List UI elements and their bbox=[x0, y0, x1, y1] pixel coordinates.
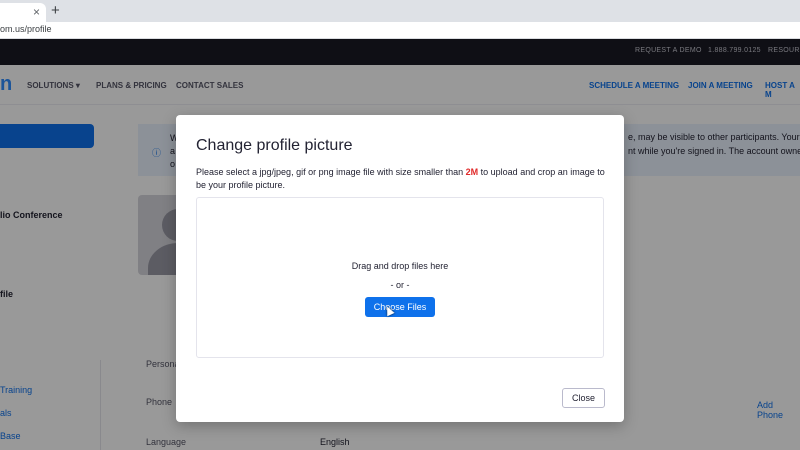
new-tab-icon[interactable]: + bbox=[51, 2, 60, 20]
browser-tab[interactable]: × bbox=[0, 3, 46, 22]
url-text[interactable]: om.us/profile bbox=[0, 24, 52, 34]
dialog-title: Change profile picture bbox=[196, 137, 353, 154]
close-button[interactable]: Close bbox=[562, 388, 605, 408]
description-text-start: Please select a jpg/jpeg, gif or png ima… bbox=[196, 167, 466, 177]
change-profile-picture-dialog: Change profile picture Please select a j… bbox=[176, 115, 624, 422]
browser-tab-bar: × + bbox=[0, 0, 800, 22]
size-limit: 2M bbox=[465, 167, 479, 177]
address-bar[interactable]: om.us/profile bbox=[0, 22, 800, 39]
file-drop-zone[interactable]: Drag and drop files here - or - Choose F… bbox=[196, 197, 604, 358]
drop-zone-text: Drag and drop files here bbox=[351, 261, 449, 271]
choose-files-button[interactable]: Choose Files bbox=[365, 297, 435, 317]
or-separator: - or - bbox=[390, 280, 410, 290]
tab-close-icon[interactable]: × bbox=[33, 4, 40, 20]
dialog-description: Please select a jpg/jpeg, gif or png ima… bbox=[196, 166, 606, 192]
